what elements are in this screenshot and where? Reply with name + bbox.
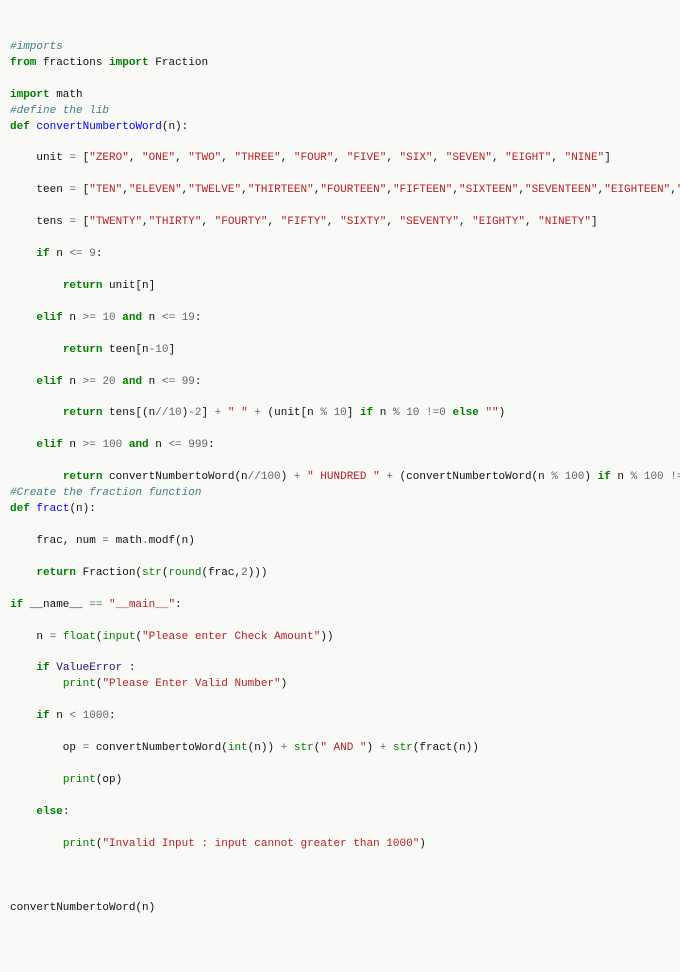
- module-name: math: [50, 89, 83, 101]
- keyword-def: def: [10, 121, 30, 133]
- import-name: Fraction: [149, 57, 208, 69]
- keyword-import: import: [109, 57, 149, 69]
- code-block: #imports from fractions import Fraction …: [10, 40, 670, 917]
- function-name: fract: [36, 503, 69, 515]
- comment: #imports: [10, 41, 63, 53]
- function-call: convertNumbertoWord(n): [10, 902, 155, 914]
- module-name: fractions: [36, 57, 109, 69]
- comment: #Create the fraction function: [10, 487, 201, 499]
- keyword-import: import: [10, 89, 50, 101]
- keyword-from: from: [10, 57, 36, 69]
- function-name: convertNumbertoWord: [36, 121, 161, 133]
- comment: #define the lib: [10, 105, 109, 117]
